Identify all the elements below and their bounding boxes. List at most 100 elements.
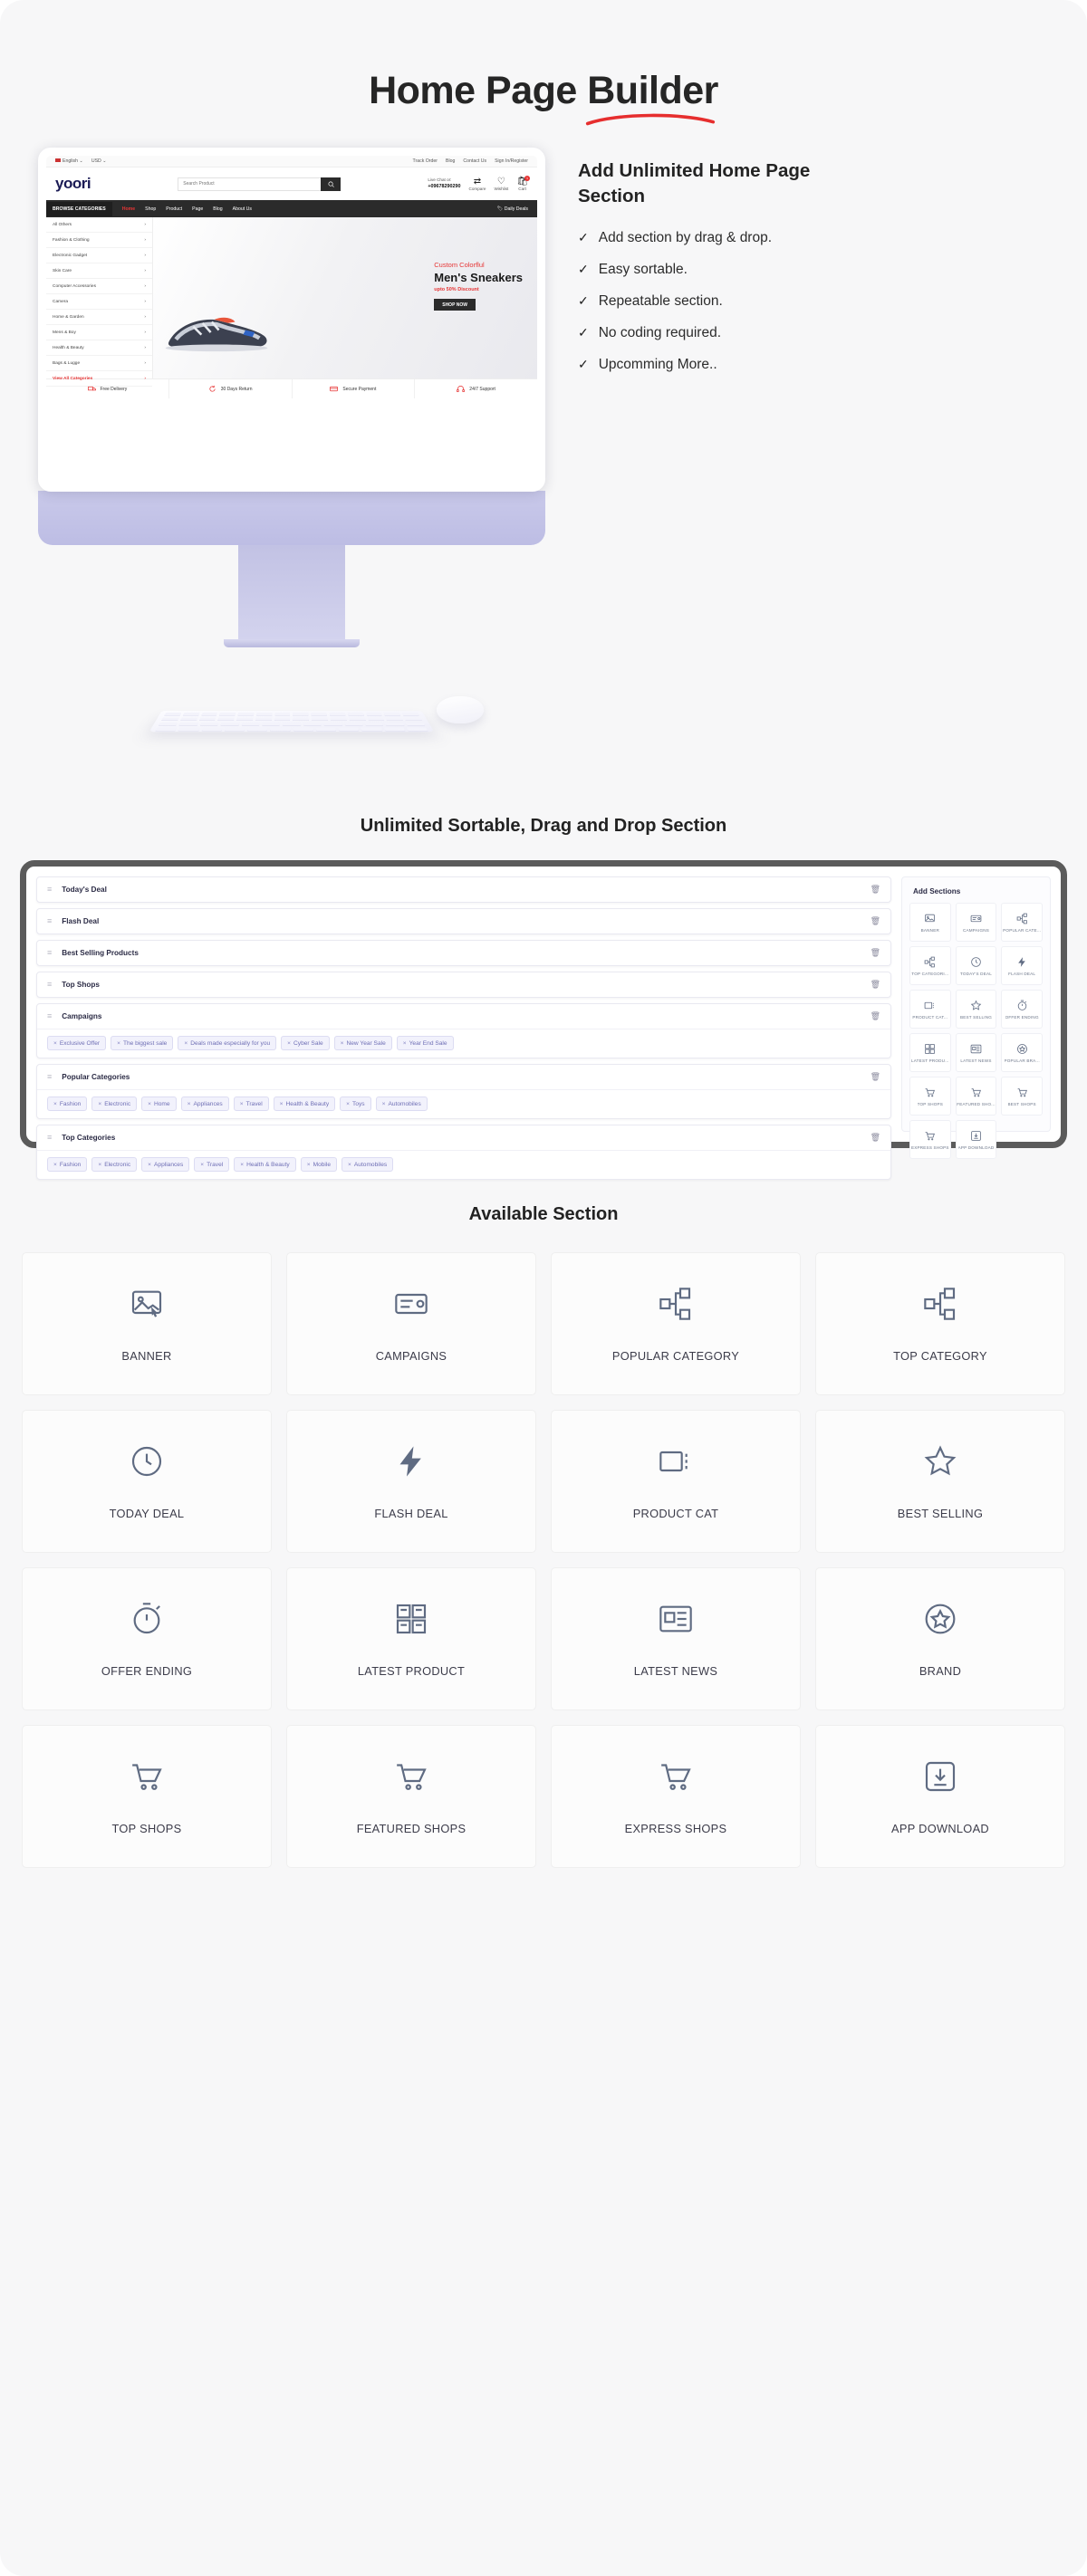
section-row-top-shops[interactable]: ≡ Top Shops 🗑 — [36, 972, 891, 998]
delete-icon[interactable]: 🗑 — [871, 948, 880, 958]
tag-chip[interactable]: × Automobiles — [375, 1096, 428, 1111]
add-section-latest-product[interactable]: LATEST PRODU... — [909, 1033, 951, 1072]
section-row-campaigns[interactable]: ≡ Campaigns 🗑 × Exclusive Offer × The bigge… — [36, 1003, 891, 1058]
search-input[interactable] — [178, 177, 322, 191]
tag-chip[interactable]: × Home — [141, 1096, 177, 1111]
available-card-featured-shops[interactable]: FEATURED SHOPS — [286, 1725, 536, 1868]
add-section-latest-news[interactable]: LATEST NEWS — [955, 1033, 997, 1072]
tag-remove-icon[interactable]: × — [240, 1162, 244, 1168]
delete-icon[interactable]: 🗑 — [871, 1072, 880, 1082]
daily-deals-link[interactable]: 🏷 Daily Deals — [497, 206, 528, 212]
tag-chip[interactable]: × Exclusive Offer — [47, 1036, 107, 1050]
tag-chip[interactable]: × Automobiles — [341, 1157, 394, 1172]
tag-chip[interactable]: × New Year Sale — [333, 1036, 392, 1050]
delete-icon[interactable]: 🗑 — [871, 916, 880, 926]
tag-remove-icon[interactable]: × — [382, 1101, 386, 1107]
category-item[interactable]: Health & Beauty › — [46, 340, 152, 356]
add-section-campaigns[interactable]: CAMPAIGNS — [955, 903, 997, 942]
blog-link[interactable]: Blog — [446, 158, 455, 164]
nav-item-about[interactable]: About Us — [233, 206, 252, 212]
add-section-featured-shops[interactable]: FEATURED SHO... — [955, 1077, 997, 1116]
available-card-product-cat[interactable]: PRODUCT CAT — [551, 1410, 801, 1553]
category-item[interactable]: All Others › — [46, 217, 152, 233]
available-card-latest-product[interactable]: LATEST PRODUCT — [286, 1567, 536, 1710]
tag-chip[interactable]: × Fashion — [47, 1157, 88, 1172]
browse-categories-button[interactable]: BROWSE CATEGORIES — [46, 201, 112, 216]
section-row-flash-deal[interactable]: ≡ Flash Deal 🗑 — [36, 908, 891, 934]
tag-remove-icon[interactable]: × — [53, 1040, 57, 1047]
tag-chip[interactable]: × Deals made especially for you — [178, 1036, 277, 1050]
category-item[interactable]: Electronic Gadget › — [46, 248, 152, 263]
drag-handle-icon[interactable]: ≡ — [47, 1073, 52, 1081]
add-section-today-deal[interactable]: TODAY'S DEAL — [955, 946, 997, 985]
tag-remove-icon[interactable]: × — [403, 1040, 407, 1047]
contact-link[interactable]: Contact Us — [463, 158, 486, 164]
available-card-brand[interactable]: BRAND — [815, 1567, 1065, 1710]
section-row-popular-categories[interactable]: ≡ Popular Categories 🗑 × Fashion × Electron… — [36, 1064, 891, 1119]
tag-chip[interactable]: × Travel — [194, 1157, 230, 1172]
tag-remove-icon[interactable]: × — [307, 1162, 311, 1168]
section-row-top-categories[interactable]: ≡ Top Categories 🗑 × Fashion × Electronic ×… — [36, 1125, 891, 1180]
tag-chip[interactable]: × Appliances — [141, 1157, 190, 1172]
nav-item-home[interactable]: Home — [122, 206, 135, 212]
tag-chip[interactable]: × The biggest sale — [111, 1036, 174, 1050]
tag-chip[interactable]: × Mobile — [300, 1157, 338, 1172]
drag-handle-icon[interactable]: ≡ — [47, 886, 52, 894]
delete-icon[interactable]: 🗑 — [871, 980, 880, 990]
available-card-flash-deal[interactable]: FLASH DEAL — [286, 1410, 536, 1553]
tag-chip[interactable]: × Appliances — [180, 1096, 229, 1111]
add-section-brand[interactable]: POPULAR BRA... — [1001, 1033, 1043, 1072]
tag-remove-icon[interactable]: × — [148, 1101, 151, 1107]
drag-handle-icon[interactable]: ≡ — [47, 917, 52, 925]
category-item[interactable]: Camera › — [46, 294, 152, 310]
available-card-app-download[interactable]: APP DOWNLOAD — [815, 1725, 1065, 1868]
tag-remove-icon[interactable]: × — [53, 1162, 57, 1168]
tag-remove-icon[interactable]: × — [341, 1040, 344, 1047]
tag-remove-icon[interactable]: × — [148, 1162, 151, 1168]
tag-chip[interactable]: × Electronic — [91, 1096, 138, 1111]
category-item[interactable]: Home & Garden › — [46, 310, 152, 325]
tag-remove-icon[interactable]: × — [280, 1101, 284, 1107]
category-item[interactable]: Skin Care › — [46, 263, 152, 279]
drag-handle-icon[interactable]: ≡ — [47, 981, 52, 989]
available-card-offer-ending[interactable]: OFFER ENDING — [22, 1567, 272, 1710]
drag-handle-icon[interactable]: ≡ — [47, 1134, 52, 1142]
tag-chip[interactable]: × Travel — [233, 1096, 269, 1111]
tag-chip[interactable]: × Fashion — [47, 1096, 88, 1111]
tag-chip[interactable]: × Electronic — [91, 1157, 138, 1172]
tag-remove-icon[interactable]: × — [287, 1040, 291, 1047]
tag-chip[interactable]: × Health & Beauty — [234, 1157, 296, 1172]
available-card-popular-category[interactable]: POPULAR CATEGORY — [551, 1252, 801, 1395]
category-item[interactable]: Bags & Lugge › — [46, 356, 152, 371]
store-search[interactable] — [178, 177, 341, 191]
tag-remove-icon[interactable]: × — [117, 1040, 120, 1047]
currency-selector[interactable]: USD ⌄ — [91, 158, 107, 164]
available-card-top-category[interactable]: TOP CATEGORY — [815, 1252, 1065, 1395]
nav-item-blog[interactable]: Blog — [213, 206, 222, 212]
add-section-flash-deal[interactable]: FLASH DEAL — [1001, 946, 1043, 985]
add-section-top-shops[interactable]: TOP SHOPS — [909, 1077, 951, 1116]
available-card-latest-news[interactable]: LATEST NEWS — [551, 1567, 801, 1710]
available-card-today-deal[interactable]: TODAY DEAL — [22, 1410, 272, 1553]
tag-remove-icon[interactable]: × — [348, 1162, 351, 1168]
tag-remove-icon[interactable]: × — [98, 1101, 101, 1107]
available-card-top-shops[interactable]: TOP SHOPS — [22, 1725, 272, 1868]
category-item[interactable]: Fashion & Clothing › — [46, 233, 152, 248]
add-section-best-shops[interactable]: BEST SHOPS — [1001, 1077, 1043, 1116]
nav-item-product[interactable]: Product — [166, 206, 182, 212]
add-section-app-download[interactable]: APP DOWNLOAD — [955, 1120, 997, 1159]
add-section-banner[interactable]: BANNER — [909, 903, 951, 942]
tag-chip[interactable]: × Toys — [340, 1096, 371, 1111]
delete-icon[interactable]: 🗑 — [871, 1133, 880, 1143]
tag-remove-icon[interactable]: × — [188, 1101, 191, 1107]
section-row-todays-deal[interactable]: ≡ Today's Deal 🗑 — [36, 876, 891, 903]
drag-handle-icon[interactable]: ≡ — [47, 949, 52, 957]
add-section-best-selling[interactable]: BEST SELLING — [955, 990, 997, 1029]
signin-link[interactable]: Sign In/Register — [495, 158, 528, 164]
shop-now-button[interactable]: SHOP NOW — [434, 299, 476, 311]
section-row-best-selling-products[interactable]: ≡ Best Selling Products 🗑 — [36, 940, 891, 966]
wishlist-action[interactable]: ♡ Wishlist — [494, 177, 508, 191]
category-item[interactable]: Mens & Boy › — [46, 325, 152, 340]
tag-chip[interactable]: × Cyber Sale — [281, 1036, 330, 1050]
available-card-campaigns[interactable]: CAMPAIGNS — [286, 1252, 536, 1395]
